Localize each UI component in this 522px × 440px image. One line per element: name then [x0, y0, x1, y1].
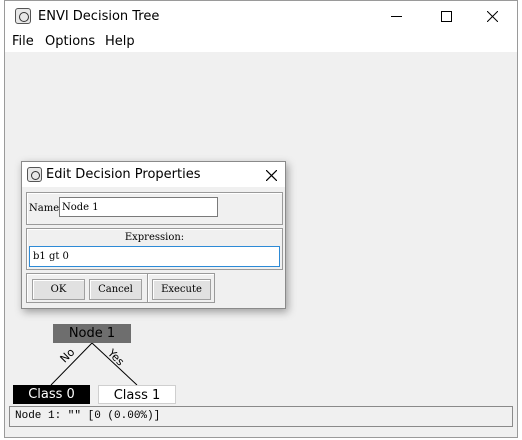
window-title: ENVI Decision Tree [38, 9, 160, 24]
name-field[interactable] [59, 197, 218, 217]
status-bar: Node 1: "" [0 (0.00%)] [9, 406, 513, 427]
menu-file[interactable]: File [12, 34, 34, 49]
dialog-app-icon [27, 167, 42, 182]
status-text: Node 1: "" [0 (0.00%)] [15, 410, 161, 422]
tree-node-class-0[interactable]: Class 0 [13, 385, 90, 404]
tree-node-root[interactable]: Node 1 [53, 324, 131, 343]
menu-bar: File Options Help [5, 32, 517, 52]
cancel-button[interactable]: Cancel [89, 279, 142, 300]
expression-field[interactable] [29, 246, 280, 267]
edit-decision-properties-dialog: Edit Decision Properties Name Expression… [21, 161, 286, 309]
maximize-button[interactable] [423, 1, 469, 32]
tree-node-class-1[interactable]: Class 1 [98, 385, 176, 404]
close-icon [486, 11, 498, 22]
app-icon[interactable] [15, 8, 31, 24]
dialog-close-button[interactable] [265, 168, 278, 186]
dialog-close-icon [265, 169, 278, 182]
name-label: Name [29, 203, 60, 214]
close-button[interactable] [469, 1, 515, 32]
menu-options[interactable]: Options [45, 34, 95, 49]
dialog-title: Edit Decision Properties [46, 167, 201, 182]
execute-button[interactable]: Execute [152, 279, 211, 300]
menu-help[interactable]: Help [105, 34, 135, 49]
minimize-icon [390, 16, 402, 17]
expression-label: Expression: [124, 232, 185, 243]
ok-button[interactable]: OK [32, 279, 85, 300]
dialog-title-bar[interactable]: Edit Decision Properties [22, 162, 285, 187]
maximize-icon [440, 11, 452, 22]
title-bar[interactable]: ENVI Decision Tree [5, 1, 517, 32]
minimize-button[interactable] [373, 1, 419, 32]
